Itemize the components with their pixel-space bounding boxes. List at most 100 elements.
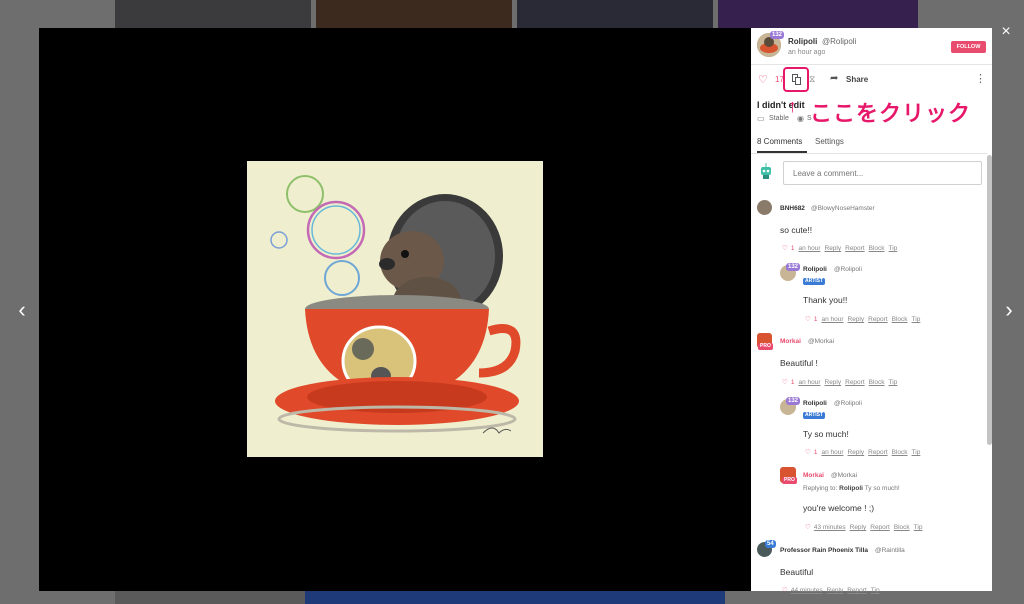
gallery-thumbnail <box>718 0 918 28</box>
comment-actions: ♡ 43 minutes Reply Report Block Tip <box>805 523 926 531</box>
report-link[interactable]: Report <box>847 587 867 594</box>
level-badge: 132 <box>786 263 801 271</box>
replying-to-quote: Ty so much! <box>864 485 900 492</box>
heart-icon[interactable]: ♡ <box>805 524 811 531</box>
remix-icon[interactable]: ⧖ <box>809 74 815 85</box>
reply-link[interactable]: Reply <box>825 379 842 386</box>
comment-actions: ♡ 1 an hour Reply Report Block Tip <box>805 315 924 323</box>
comment-time-link[interactable]: an hour <box>821 449 843 456</box>
block-link[interactable]: Block <box>894 524 910 531</box>
comment-text: Beautiful <box>780 567 814 577</box>
close-icon: × <box>1001 23 1011 40</box>
report-link[interactable]: Report <box>870 524 890 531</box>
tip-link[interactable]: Tip <box>912 449 921 456</box>
pro-badge: PRO <box>782 477 797 484</box>
comment-time-link[interactable]: 44 minutes <box>791 587 823 594</box>
reply-link[interactable]: Reply <box>825 245 842 252</box>
comment-like-count: 1 <box>813 449 818 456</box>
gallery-thumbnail <box>517 0 713 28</box>
author-handle[interactable]: @Rolipoli <box>822 37 856 46</box>
comment-text: Thank you!! <box>803 295 848 305</box>
avatar[interactable] <box>757 200 772 215</box>
gallery-thumbnail <box>115 0 311 28</box>
comment-input[interactable] <box>783 161 982 185</box>
ad-banner <box>305 590 725 604</box>
tab-comments[interactable]: 8 Comments <box>757 137 802 146</box>
heart-icon[interactable]: ♡ <box>782 245 788 252</box>
chevron-right-icon: › <box>1005 297 1013 322</box>
block-link[interactable]: Block <box>869 245 885 252</box>
report-link[interactable]: Report <box>845 379 865 386</box>
comment-author-handle[interactable]: @Morkai <box>831 472 857 479</box>
tab-settings[interactable]: Settings <box>815 137 844 146</box>
comment-text: so cute!! <box>780 225 813 235</box>
tip-link[interactable]: Tip <box>914 524 923 531</box>
comment-author-handle[interactable]: @Rolipoli <box>834 400 862 407</box>
copy-prompt-button[interactable] <box>783 67 809 92</box>
tip-link[interactable]: Tip <box>889 379 898 386</box>
block-link[interactable]: Block <box>869 379 885 386</box>
heart-icon[interactable]: ♡ <box>805 449 811 456</box>
level-badge: 132 <box>786 397 801 405</box>
replying-to: Replying to: Rolipoli Ty so much! <box>803 485 900 492</box>
comment-author-name[interactable]: Rolipoli <box>803 266 827 273</box>
comment-author-name[interactable]: Professor Rain Phoenix Tilla <box>780 547 868 554</box>
comment-author-name[interactable]: Morkai <box>803 472 824 479</box>
comment-text: Ty so much! <box>803 429 849 439</box>
comment-actions: ♡ 1 an hour Reply Report Block Tip <box>782 244 901 252</box>
more-vertical-icon[interactable]: ⋮ <box>975 72 986 85</box>
tip-link[interactable]: Tip <box>889 245 898 252</box>
comment-author-name[interactable]: Morkai <box>780 338 801 345</box>
heart-icon[interactable]: ♡ <box>782 587 788 594</box>
report-link[interactable]: Report <box>868 316 888 323</box>
author-level-badge: 132 <box>770 31 785 39</box>
report-link[interactable]: Report <box>845 245 865 252</box>
comment-actions: ♡ 1 an hour Reply Report Block Tip <box>805 448 924 456</box>
artwork-image[interactable] <box>247 161 543 457</box>
comment-author-handle[interactable]: @Raintilla <box>875 547 905 554</box>
sampler-icon: ◉ <box>797 114 804 123</box>
heart-icon[interactable]: ♡ <box>782 379 788 386</box>
pro-badge: PRO <box>758 343 773 350</box>
reply-link[interactable]: Reply <box>850 524 867 531</box>
model-label[interactable]: Stable <box>769 115 789 122</box>
block-link[interactable]: Block <box>892 316 908 323</box>
reply-link[interactable]: Reply <box>848 316 865 323</box>
reply-link[interactable]: Reply <box>827 587 844 594</box>
divider <box>751 153 987 154</box>
previous-image-button[interactable]: ‹ <box>10 296 34 324</box>
tip-link[interactable]: Tip <box>912 316 921 323</box>
comment-author-name[interactable]: Rolipoli <box>803 400 827 407</box>
hedgehog-teacup-illustration <box>247 161 543 457</box>
comment-time-link[interactable]: an hour <box>798 245 820 252</box>
comment-time-link[interactable]: an hour <box>798 379 820 386</box>
tip-link[interactable]: Tip <box>871 587 880 594</box>
report-link[interactable]: Report <box>868 449 888 456</box>
comment-actions: ♡ 1 an hour Reply Report Block Tip <box>782 378 901 386</box>
comment-author-handle[interactable]: @BlowyNoseHamster <box>811 205 875 212</box>
comment-author-handle[interactable]: @Morkai <box>808 338 834 345</box>
replying-to-label: Replying to: <box>803 485 838 492</box>
comment-text: Beautiful ! <box>780 358 818 368</box>
block-link[interactable]: Block <box>892 449 908 456</box>
artist-badge: ARTIST <box>803 412 826 419</box>
follow-button[interactable]: FOLLOW <box>951 41 986 53</box>
reply-link[interactable]: Reply <box>848 449 865 456</box>
next-image-button[interactable]: › <box>997 296 1021 324</box>
replying-to-name[interactable]: Rolipoli <box>839 485 863 492</box>
post-title: I didn't edit <box>757 100 805 110</box>
comment-time-link[interactable]: 43 minutes <box>814 524 846 531</box>
annotation-callout: ここをクリック <box>810 101 972 126</box>
comment-author-handle[interactable]: @Rolipoli <box>834 266 862 273</box>
close-modal-button[interactable]: × <box>996 22 1016 42</box>
level-badge: 54 <box>765 540 776 548</box>
share-button[interactable]: Share <box>846 75 868 84</box>
share-icon[interactable]: ➦ <box>830 73 838 84</box>
heart-icon[interactable]: ♡ <box>805 316 811 323</box>
comment-author-name[interactable]: BNH682 <box>780 205 805 212</box>
comment-time-link[interactable]: an hour <box>821 316 843 323</box>
chevron-left-icon: ‹ <box>18 297 26 322</box>
author-name[interactable]: Rolipoli <box>788 37 817 46</box>
heart-icon[interactable]: ♡ <box>758 73 768 86</box>
scrollbar[interactable] <box>987 155 992 445</box>
